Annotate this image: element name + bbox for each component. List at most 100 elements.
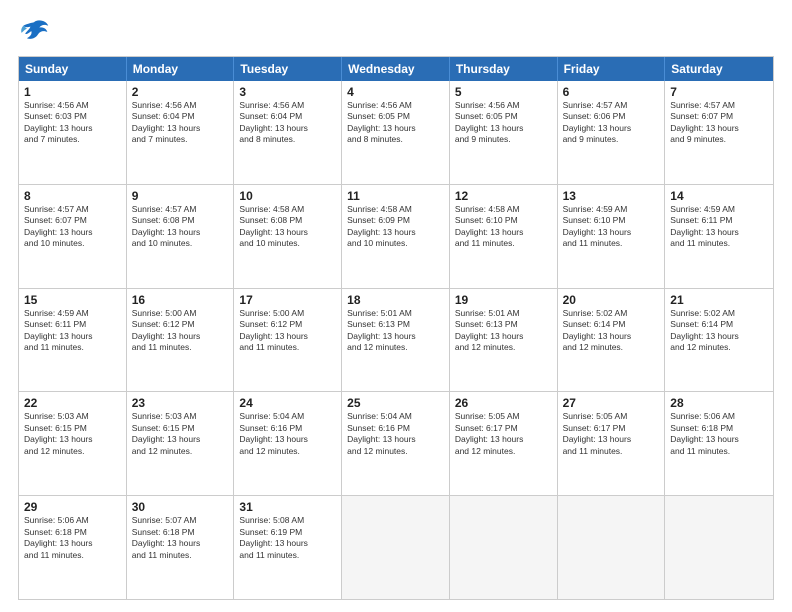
calendar-row-2: 8Sunrise: 4:57 AMSunset: 6:07 PMDaylight… xyxy=(19,185,773,289)
calendar: SundayMondayTuesdayWednesdayThursdayFrid… xyxy=(18,56,774,600)
day-number: 16 xyxy=(132,293,229,307)
day-number: 30 xyxy=(132,500,229,514)
day-cell-12: 12Sunrise: 4:58 AMSunset: 6:10 PMDayligh… xyxy=(450,185,558,288)
day-number: 24 xyxy=(239,396,336,410)
day-cell-10: 10Sunrise: 4:58 AMSunset: 6:08 PMDayligh… xyxy=(234,185,342,288)
empty-cell xyxy=(558,496,666,599)
day-number: 21 xyxy=(670,293,768,307)
empty-cell xyxy=(450,496,558,599)
page: SundayMondayTuesdayWednesdayThursdayFrid… xyxy=(0,0,792,612)
day-info: Sunrise: 4:56 AMSunset: 6:05 PMDaylight:… xyxy=(347,100,444,146)
day-cell-20: 20Sunrise: 5:02 AMSunset: 6:14 PMDayligh… xyxy=(558,289,666,392)
day-number: 7 xyxy=(670,85,768,99)
day-number: 10 xyxy=(239,189,336,203)
day-number: 17 xyxy=(239,293,336,307)
day-number: 2 xyxy=(132,85,229,99)
logo xyxy=(18,18,54,46)
day-number: 8 xyxy=(24,189,121,203)
day-cell-29: 29Sunrise: 5:06 AMSunset: 6:18 PMDayligh… xyxy=(19,496,127,599)
day-cell-26: 26Sunrise: 5:05 AMSunset: 6:17 PMDayligh… xyxy=(450,392,558,495)
logo-icon xyxy=(18,18,50,46)
day-number: 27 xyxy=(563,396,660,410)
day-info: Sunrise: 4:57 AMSunset: 6:06 PMDaylight:… xyxy=(563,100,660,146)
day-number: 25 xyxy=(347,396,444,410)
day-info: Sunrise: 5:01 AMSunset: 6:13 PMDaylight:… xyxy=(455,308,552,354)
day-info: Sunrise: 5:07 AMSunset: 6:18 PMDaylight:… xyxy=(132,515,229,561)
day-number: 14 xyxy=(670,189,768,203)
empty-cell xyxy=(342,496,450,599)
day-number: 29 xyxy=(24,500,121,514)
day-cell-1: 1Sunrise: 4:56 AMSunset: 6:03 PMDaylight… xyxy=(19,81,127,184)
day-info: Sunrise: 5:04 AMSunset: 6:16 PMDaylight:… xyxy=(239,411,336,457)
day-cell-23: 23Sunrise: 5:03 AMSunset: 6:15 PMDayligh… xyxy=(127,392,235,495)
day-info: Sunrise: 5:06 AMSunset: 6:18 PMDaylight:… xyxy=(670,411,768,457)
day-info: Sunrise: 5:03 AMSunset: 6:15 PMDaylight:… xyxy=(132,411,229,457)
day-number: 18 xyxy=(347,293,444,307)
day-info: Sunrise: 5:04 AMSunset: 6:16 PMDaylight:… xyxy=(347,411,444,457)
day-cell-11: 11Sunrise: 4:58 AMSunset: 6:09 PMDayligh… xyxy=(342,185,450,288)
day-cell-30: 30Sunrise: 5:07 AMSunset: 6:18 PMDayligh… xyxy=(127,496,235,599)
weekday-header-friday: Friday xyxy=(558,57,666,81)
day-cell-31: 31Sunrise: 5:08 AMSunset: 6:19 PMDayligh… xyxy=(234,496,342,599)
day-info: Sunrise: 4:57 AMSunset: 6:08 PMDaylight:… xyxy=(132,204,229,250)
day-number: 20 xyxy=(563,293,660,307)
day-number: 22 xyxy=(24,396,121,410)
day-number: 26 xyxy=(455,396,552,410)
calendar-row-4: 22 Sunrise: 5:03 AMSunset: 6:15 PMDayligh… xyxy=(19,392,773,496)
day-info: Sunrise: 5:02 AMSunset: 6:14 PMDaylight:… xyxy=(563,308,660,354)
day-info: Sunrise: 4:56 AMSunset: 6:04 PMDaylight:… xyxy=(239,100,336,146)
day-info: Sunrise: 4:56 AMSunset: 6:03 PMDaylight:… xyxy=(24,100,121,146)
day-info: Sunrise: 5:06 AMSunset: 6:18 PMDaylight:… xyxy=(24,515,121,561)
day-info: Sunrise: 5:00 AMSunset: 6:12 PMDaylight:… xyxy=(239,308,336,354)
day-info: Sunrise: 5:05 AMSunset: 6:17 PMDaylight:… xyxy=(563,411,660,457)
day-number: 13 xyxy=(563,189,660,203)
day-cell-7: 7Sunrise: 4:57 AMSunset: 6:07 PMDaylight… xyxy=(665,81,773,184)
day-info: Sunrise: 4:56 AMSunset: 6:04 PMDaylight:… xyxy=(132,100,229,146)
day-cell-21: 21Sunrise: 5:02 AMSunset: 6:14 PMDayligh… xyxy=(665,289,773,392)
day-cell-14: 14Sunrise: 4:59 AMSunset: 6:11 PMDayligh… xyxy=(665,185,773,288)
day-number: 11 xyxy=(347,189,444,203)
day-info: Sunrise: 4:59 AMSunset: 6:11 PMDaylight:… xyxy=(670,204,768,250)
day-number: 15 xyxy=(24,293,121,307)
day-number: 23 xyxy=(132,396,229,410)
day-number: 12 xyxy=(455,189,552,203)
day-number: 31 xyxy=(239,500,336,514)
day-info: Sunrise: 4:59 AMSunset: 6:11 PMDaylight:… xyxy=(24,308,121,354)
weekday-header-monday: Monday xyxy=(127,57,235,81)
day-number: 19 xyxy=(455,293,552,307)
day-cell-17: 17Sunrise: 5:00 AMSunset: 6:12 PMDayligh… xyxy=(234,289,342,392)
day-number: 3 xyxy=(239,85,336,99)
day-cell-15: 15Sunrise: 4:59 AMSunset: 6:11 PMDayligh… xyxy=(19,289,127,392)
day-info: Sunrise: 4:56 AMSunset: 6:05 PMDaylight:… xyxy=(455,100,552,146)
day-cell-19: 19Sunrise: 5:01 AMSunset: 6:13 PMDayligh… xyxy=(450,289,558,392)
day-cell-27: 27Sunrise: 5:05 AMSunset: 6:17 PMDayligh… xyxy=(558,392,666,495)
calendar-row-5: 29Sunrise: 5:06 AMSunset: 6:18 PMDayligh… xyxy=(19,496,773,599)
header xyxy=(18,18,774,46)
day-info: Sunrise: 5:00 AMSunset: 6:12 PMDaylight:… xyxy=(132,308,229,354)
calendar-body: 1Sunrise: 4:56 AMSunset: 6:03 PMDaylight… xyxy=(19,81,773,599)
day-info: Sunrise: 4:58 AMSunset: 6:09 PMDaylight:… xyxy=(347,204,444,250)
weekday-header-sunday: Sunday xyxy=(19,57,127,81)
calendar-row-3: 15Sunrise: 4:59 AMSunset: 6:11 PMDayligh… xyxy=(19,289,773,393)
day-info: Sunrise: 5:01 AMSunset: 6:13 PMDaylight:… xyxy=(347,308,444,354)
day-cell-16: 16Sunrise: 5:00 AMSunset: 6:12 PMDayligh… xyxy=(127,289,235,392)
calendar-header: SundayMondayTuesdayWednesdayThursdayFrid… xyxy=(19,57,773,81)
day-cell-28: 28Sunrise: 5:06 AMSunset: 6:18 PMDayligh… xyxy=(665,392,773,495)
day-info: Sunrise: 5:05 AMSunset: 6:17 PMDaylight:… xyxy=(455,411,552,457)
day-number: 4 xyxy=(347,85,444,99)
day-info: Sunrise: 4:57 AMSunset: 6:07 PMDaylight:… xyxy=(670,100,768,146)
day-info: Sunrise: 4:57 AMSunset: 6:07 PMDaylight:… xyxy=(24,204,121,250)
weekday-header-saturday: Saturday xyxy=(665,57,773,81)
day-cell-22: 22Sunrise: 5:03 AMSunset: 6:15 PMDayligh… xyxy=(19,392,127,495)
day-cell-6: 6Sunrise: 4:57 AMSunset: 6:06 PMDaylight… xyxy=(558,81,666,184)
day-number: 6 xyxy=(563,85,660,99)
day-number: 5 xyxy=(455,85,552,99)
day-number: 28 xyxy=(670,396,768,410)
day-cell-24: 24Sunrise: 5:04 AMSunset: 6:16 PMDayligh… xyxy=(234,392,342,495)
weekday-header-tuesday: Tuesday xyxy=(234,57,342,81)
calendar-row-1: 1Sunrise: 4:56 AMSunset: 6:03 PMDaylight… xyxy=(19,81,773,185)
day-cell-13: 13Sunrise: 4:59 AMSunset: 6:10 PMDayligh… xyxy=(558,185,666,288)
day-info: Sunrise: 4:58 AMSunset: 6:08 PMDaylight:… xyxy=(239,204,336,250)
day-number: 9 xyxy=(132,189,229,203)
day-info: Sunrise: 4:58 AMSunset: 6:10 PMDaylight:… xyxy=(455,204,552,250)
